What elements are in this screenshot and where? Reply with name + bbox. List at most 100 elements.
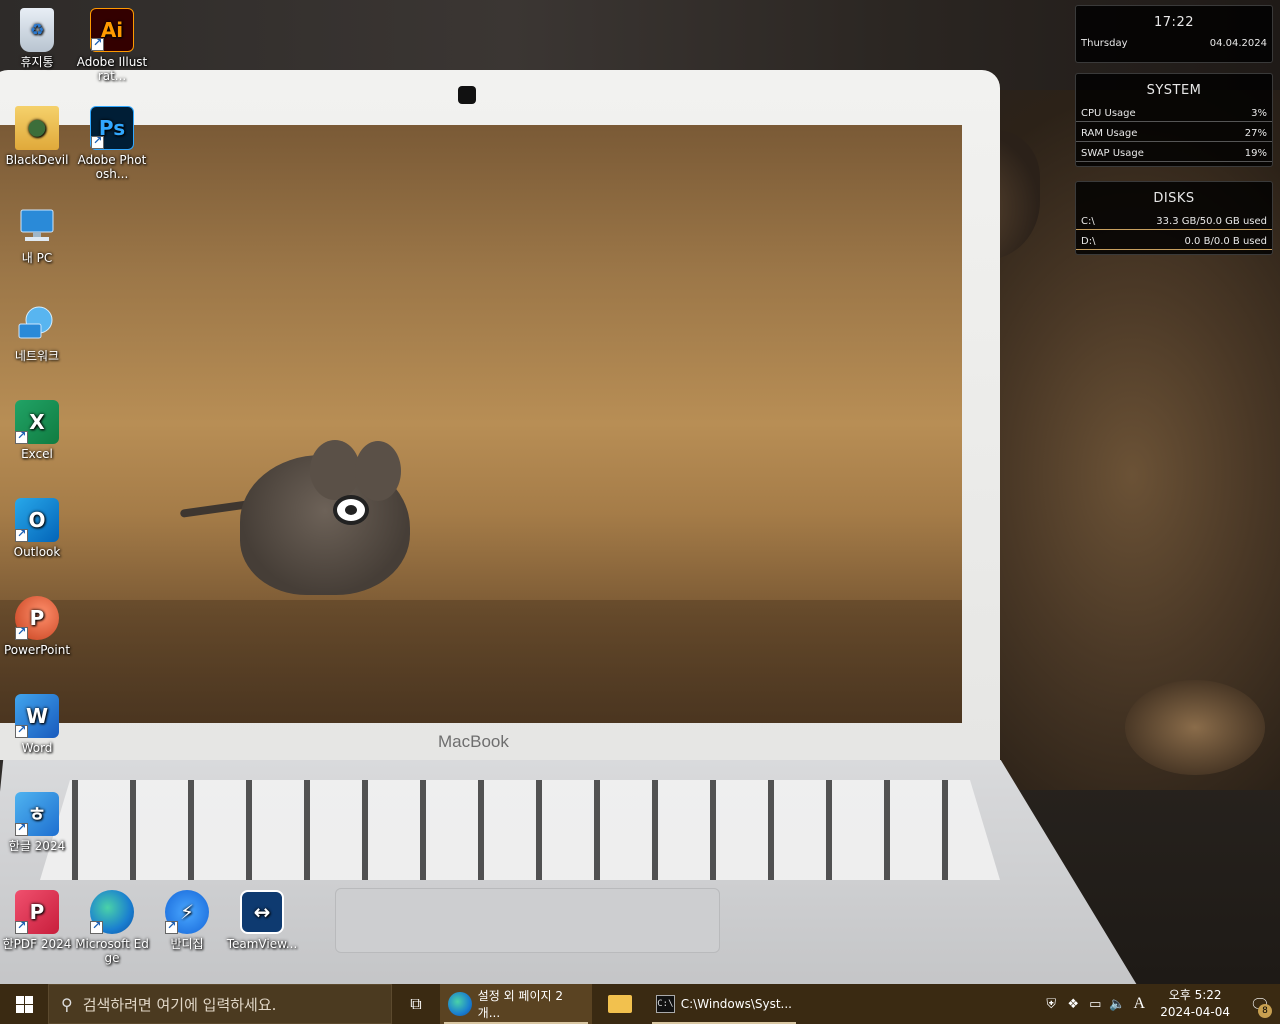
teamviewer-glyph: ↔ bbox=[253, 900, 271, 924]
system-row-label: CPU Usage bbox=[1081, 108, 1136, 119]
disks-widget: DISKS C:\ 33.3 GB/50.0 GB used D:\ 0.0 B… bbox=[1075, 181, 1273, 255]
widget-date: 04.04.2024 bbox=[1209, 38, 1267, 49]
task-view-button[interactable]: ⧉ bbox=[392, 984, 440, 1024]
shortcut-arrow-icon bbox=[15, 723, 28, 738]
clock-widget: 17:22 Thursday 04.04.2024 bbox=[1075, 5, 1273, 63]
desktop-icon-photoshop[interactable]: Ps Adobe Photosh... bbox=[75, 106, 149, 181]
word-icon: W bbox=[15, 694, 59, 738]
notification-center-button[interactable]: 🗨 8 bbox=[1240, 984, 1280, 1024]
desktop-icon-word[interactable]: W Word bbox=[0, 694, 74, 755]
desktop-icon-hangul[interactable]: ㅎ 한글 2024 bbox=[0, 792, 74, 853]
file-explorer-icon bbox=[608, 995, 632, 1013]
wallpaper-screen-floor bbox=[0, 600, 962, 723]
command-prompt-icon: C:\ bbox=[656, 995, 675, 1013]
desktop-icon-label: TeamView... bbox=[226, 937, 298, 951]
shortcut-arrow-icon bbox=[91, 36, 104, 51]
wallpaper-trackpad bbox=[335, 888, 720, 953]
taskbar-app-label: C:\Windows\Syst... bbox=[680, 997, 792, 1011]
volume-icon[interactable]: 🔈 bbox=[1106, 997, 1128, 1012]
recycle-bin-icon: ♻ bbox=[20, 8, 54, 52]
desktop-icon-illustrator[interactable]: Ai Adobe Illustrat... bbox=[75, 8, 149, 83]
system-widget: SYSTEM CPU Usage 3% RAM Usage 27% SWAP U… bbox=[1075, 73, 1273, 167]
desktop-icon-this-pc[interactable]: 내 PC bbox=[0, 204, 74, 265]
taskbar-app-command-prompt[interactable]: C:\ C:\Windows\Syst... bbox=[648, 984, 800, 1024]
desktop-icon-label: 내 PC bbox=[21, 251, 53, 265]
wallpaper-cat-paw bbox=[1125, 680, 1265, 775]
desktop-icon-blackdevil[interactable]: ● BlackDevil bbox=[0, 106, 74, 167]
virtualbox-icon[interactable]: ❖ bbox=[1062, 997, 1084, 1012]
desktop-icon-edge[interactable]: Microsoft Edge bbox=[75, 890, 149, 965]
desktop-icon-label: 네트워크 bbox=[14, 349, 60, 363]
system-row-label: RAM Usage bbox=[1081, 128, 1138, 139]
shortcut-arrow-icon bbox=[91, 134, 104, 149]
desktop-icon-label: Microsoft Edge bbox=[75, 937, 149, 965]
task-view-icon: ⧉ bbox=[410, 994, 422, 1013]
photoshop-icon: Ps bbox=[90, 106, 134, 150]
desktop-icon-label: PowerPoint bbox=[3, 643, 71, 657]
shortcut-arrow-icon bbox=[165, 919, 178, 934]
system-row-value: 19% bbox=[1244, 148, 1267, 159]
desktop-icon-recycle-bin[interactable]: ♻ 휴지통 bbox=[0, 8, 74, 69]
system-row-cpu: CPU Usage 3% bbox=[1076, 108, 1272, 122]
illustrator-icon: Ai bbox=[90, 8, 134, 52]
desktop-icon-label: Word bbox=[21, 741, 53, 755]
taskbar-clock[interactable]: 오후 5:22 2024-04-04 bbox=[1150, 987, 1240, 1021]
excel-glyph: X bbox=[29, 410, 45, 434]
taskbar-search-box[interactable]: ⚲ 검색하려면 여기에 입력하세요. bbox=[48, 984, 392, 1024]
desktop-icon-label: Adobe Photosh... bbox=[77, 153, 147, 181]
powerpoint-glyph: P bbox=[29, 606, 45, 630]
desktop-icon-label: BlackDevil bbox=[5, 153, 69, 167]
desktop-icon-powerpoint[interactable]: P PowerPoint bbox=[0, 596, 74, 657]
desktop-icon-network[interactable]: 네트워크 bbox=[0, 302, 74, 363]
search-icon: ⚲ bbox=[61, 994, 73, 1014]
edge-icon bbox=[448, 992, 472, 1016]
network-status-icon[interactable]: ▭ bbox=[1084, 997, 1106, 1012]
system-row-value: 3% bbox=[1251, 108, 1267, 119]
shortcut-arrow-icon bbox=[15, 919, 28, 934]
wallpaper-keyboard bbox=[40, 780, 1000, 880]
edge-icon bbox=[90, 890, 134, 934]
system-widget-title: SYSTEM bbox=[1146, 83, 1202, 98]
security-shield-icon[interactable]: ⛨ bbox=[1040, 997, 1062, 1012]
shortcut-arrow-icon bbox=[15, 821, 28, 836]
illustrator-glyph: Ai bbox=[100, 18, 124, 42]
system-tray: ⛨ ❖ ▭ 🔈 A 오후 5:22 2024-04-04 🗨 8 bbox=[1040, 984, 1280, 1024]
disk-row-value: 33.3 GB/50.0 GB used bbox=[1156, 216, 1267, 227]
taskbar-app-label: 설정 외 페이지 2개... bbox=[477, 989, 563, 1020]
desktop-icon-label: Adobe Illustrat... bbox=[76, 55, 148, 83]
disk-row-c: C:\ 33.3 GB/50.0 GB used bbox=[1076, 216, 1272, 230]
taskbar-app-file-explorer[interactable] bbox=[592, 984, 648, 1024]
shortcut-arrow-icon bbox=[15, 527, 28, 542]
desktop-icon-hanpdf[interactable]: P 한PDF 2024 bbox=[0, 890, 74, 951]
desktop-icon-label: 한PDF 2024 bbox=[2, 937, 72, 951]
desktop-icon-label: 휴지통 bbox=[20, 55, 54, 69]
system-row-swap: SWAP Usage 19% bbox=[1076, 148, 1272, 162]
ime-indicator[interactable]: A bbox=[1128, 995, 1150, 1013]
start-button[interactable] bbox=[0, 984, 48, 1024]
disk-row-label: C:\ bbox=[1081, 216, 1095, 227]
system-row-label: SWAP Usage bbox=[1081, 148, 1144, 159]
wallpaper-mouse-eye bbox=[333, 495, 369, 525]
word-glyph: W bbox=[25, 704, 49, 728]
taskbar-app-edge[interactable]: 설정 외 페이지 2개... bbox=[440, 984, 592, 1024]
taskbar: ⚲ 검색하려면 여기에 입력하세요. ⧉ 설정 외 페이지 2개... C:\ … bbox=[0, 984, 1280, 1024]
notification-badge: 8 bbox=[1258, 1004, 1272, 1018]
desktop-icon-excel[interactable]: X Excel bbox=[0, 400, 74, 461]
bandizip-icon: ⚡ bbox=[165, 890, 209, 934]
desktop-icon-outlook[interactable]: O Outlook bbox=[0, 498, 74, 559]
photoshop-glyph: Ps bbox=[98, 116, 126, 140]
system-row-value: 27% bbox=[1244, 128, 1267, 139]
teamviewer-icon: ↔ bbox=[240, 890, 284, 934]
bandizip-glyph: ⚡ bbox=[179, 900, 195, 924]
outlook-icon: O bbox=[15, 498, 59, 542]
hanpdf-glyph: P bbox=[29, 900, 45, 924]
desktop-icon-teamviewer[interactable]: ↔ TeamView... bbox=[225, 890, 299, 951]
wallpaper-mouse-ear bbox=[355, 441, 401, 501]
desktop-icon-bandizip[interactable]: ⚡ 반디집 bbox=[150, 890, 224, 951]
taskbar-time: 오후 5:22 bbox=[1168, 988, 1222, 1002]
powerpoint-icon: P bbox=[15, 596, 59, 640]
shortcut-arrow-icon bbox=[15, 625, 28, 640]
desktop-icon-label: Excel bbox=[21, 447, 53, 461]
desktop-icon-label: 한글 2024 bbox=[8, 839, 66, 853]
widget-day: Thursday bbox=[1081, 38, 1128, 49]
